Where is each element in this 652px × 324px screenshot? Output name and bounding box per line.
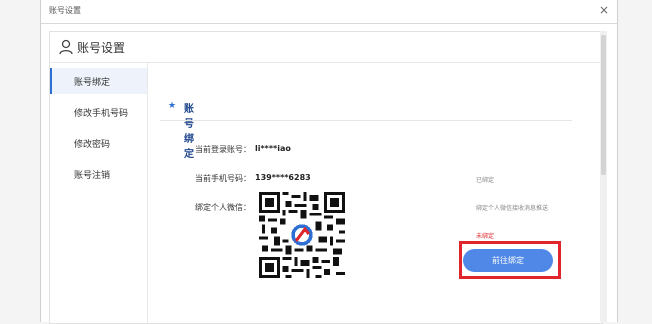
section-title-text: 账号绑定 [184, 104, 194, 160]
sidebar-item-label: 账号注销 [74, 171, 111, 181]
login-account-value: li****iao [255, 144, 291, 153]
star-icon: ★ [168, 101, 177, 111]
close-icon[interactable]: × [599, 3, 609, 17]
sidebar-item-account-binding[interactable]: 账号绑定 [50, 68, 147, 94]
section-divider [160, 120, 572, 121]
sidebar-item-label: 账号绑定 [74, 78, 111, 88]
title-bar: 账号设置 × [41, 0, 617, 24]
sidebar-item-change-phone[interactable]: 修改手机号码 [50, 99, 147, 125]
login-account-label: 当前登录账号： [195, 145, 251, 154]
window-title: 账号设置 [49, 6, 81, 15]
wechat-qr-code-icon [259, 192, 345, 278]
user-icon [59, 39, 73, 55]
page-title: 账号设置 [77, 41, 126, 55]
phone-status-badge: 已绑定 [476, 177, 495, 184]
main-content [147, 62, 601, 322]
sidebar-item-label: 修改手机号码 [74, 109, 129, 119]
phone-number-value: 139****6283 [255, 173, 311, 182]
scrollbar-thumb[interactable] [601, 35, 606, 175]
phone-number-label: 当前手机号码： [195, 174, 251, 183]
wechat-status-badge: 未绑定 [476, 233, 495, 240]
sidebar-item-label: 修改密码 [74, 140, 111, 150]
sidebar-item-change-password[interactable]: 修改密码 [50, 130, 147, 156]
sidebar-item-account-cancellation[interactable]: 账号注销 [50, 161, 147, 187]
wechat-hint: 绑定个人微信接收消息推送 [476, 205, 549, 212]
panel-header: 账号设置 [50, 32, 602, 63]
highlight-box [459, 241, 561, 279]
scrollbar[interactable] [600, 31, 607, 322]
sidebar: 账号绑定 修改手机号码 修改密码 账号注销 [50, 63, 148, 323]
wechat-label: 绑定个人微信： [195, 203, 251, 212]
